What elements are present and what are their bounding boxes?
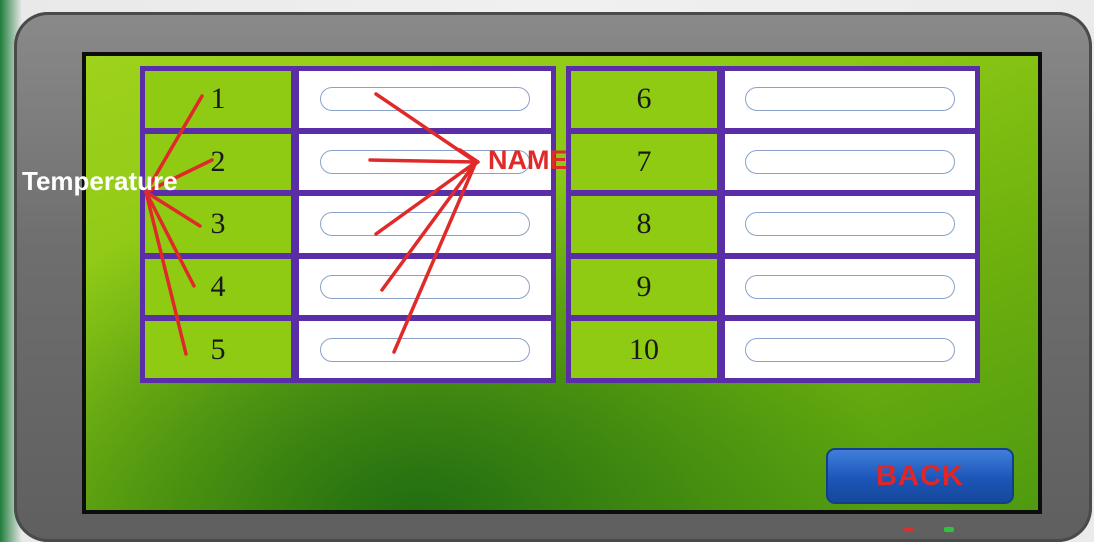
name-annotation: NAME xyxy=(488,145,568,175)
name-arrow-2 xyxy=(368,158,478,164)
temperature-arrow-5 xyxy=(144,190,188,356)
temperature-annotation: Temperature xyxy=(22,166,178,196)
annotation-arrows xyxy=(144,92,480,356)
